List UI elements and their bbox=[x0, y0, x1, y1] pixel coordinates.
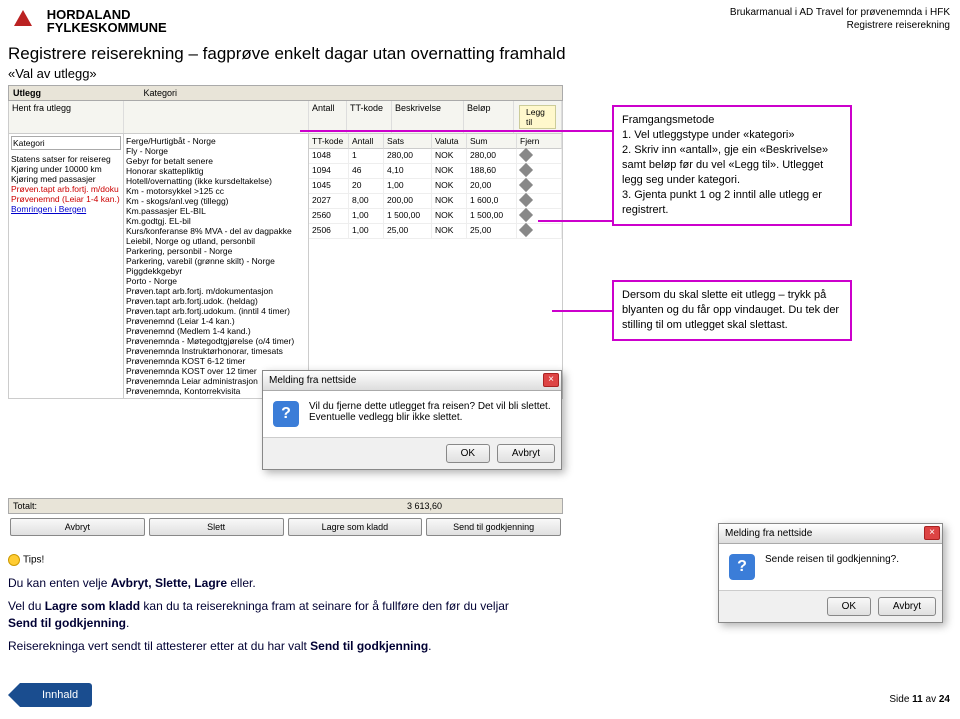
ok-button[interactable]: OK bbox=[827, 597, 871, 616]
edit-icon[interactable] bbox=[519, 193, 533, 207]
list-item[interactable]: Kjøring under 10000 km bbox=[11, 164, 121, 174]
tips-text: Du kan enten velje Avbryt, Slette, Lagre… bbox=[8, 575, 688, 655]
legg-til-button[interactable]: Legg til bbox=[519, 105, 556, 129]
ok-button[interactable]: OK bbox=[446, 444, 490, 463]
edit-icon[interactable] bbox=[519, 223, 533, 237]
total-bar: Totalt: 3 613,60 bbox=[8, 498, 563, 514]
tips-heading: Tips! bbox=[8, 554, 44, 566]
list-item[interactable]: Statens satser for reisereg bbox=[11, 154, 121, 164]
table-row: 25061,0025,00NOK25,00 bbox=[309, 224, 562, 239]
page-subtitle: «Val av utlegg» bbox=[8, 66, 97, 81]
avbryt-button[interactable]: Avbryt bbox=[878, 597, 936, 616]
dropdown-option[interactable]: Ferge/Hurtigbåt - Norge bbox=[126, 136, 306, 146]
logo-text: HORDALANDFYLKESKOMMUNE bbox=[47, 8, 167, 34]
action-buttons: AvbrytSlettLagre som kladdSend til godkj… bbox=[8, 518, 563, 536]
utlegg-header: Utlegg Kategori bbox=[8, 85, 563, 101]
dropdown-option[interactable]: Prøvenemnda Instruktørhonorar, timesats bbox=[126, 346, 306, 356]
dropdown-option[interactable]: Prøven.tapt arb.fortj.udok. (heldag) bbox=[126, 296, 306, 306]
utlegg-table: TT-kode Antall Sats Valuta Sum Fjern 104… bbox=[309, 134, 562, 398]
kategori-dropdown[interactable]: Ferge/Hurtigbåt - NorgeFly - NorgeGebyr … bbox=[124, 134, 309, 398]
question-icon: ? bbox=[729, 554, 755, 580]
page-title: Registrere reiserekning – fagprøve enkel… bbox=[8, 44, 566, 64]
dropdown-option[interactable]: Prøvenemnda - Møtegodtgjørelse (o/4 time… bbox=[126, 336, 306, 346]
table-row: 1045201,00NOK20,00 bbox=[309, 179, 562, 194]
kategori-input[interactable]: Kategori bbox=[11, 136, 121, 150]
logo-mark-icon bbox=[8, 6, 38, 39]
edit-icon[interactable] bbox=[519, 163, 533, 177]
dropdown-option[interactable]: Gebyr for betalt senere bbox=[126, 156, 306, 166]
table-row: 10481280,00NOK280,00 bbox=[309, 149, 562, 164]
dropdown-option[interactable]: Km.godtgj. EL-bil bbox=[126, 216, 306, 226]
list-item[interactable]: Prøvenemnd (Leiar 1-4 kan.) bbox=[11, 194, 121, 204]
table-row: 25601,001 500,00NOK1 500,00 bbox=[309, 209, 562, 224]
dropdown-option[interactable]: Fly - Norge bbox=[126, 146, 306, 156]
dropdown-option[interactable]: Parkering, varebil (grønne skilt) - Norg… bbox=[126, 256, 306, 266]
dropdown-option[interactable]: Piggdekkgebyr bbox=[126, 266, 306, 276]
arrow-icon bbox=[552, 310, 612, 312]
dropdown-option[interactable]: Km - skogs/anl.veg (tillegg) bbox=[126, 196, 306, 206]
lagre-som-kladd-button[interactable]: Lagre som kladd bbox=[288, 518, 423, 536]
list-item[interactable]: Bomringen i Bergen bbox=[11, 204, 121, 214]
dropdown-option[interactable]: Parkering, personbil - Norge bbox=[126, 246, 306, 256]
dialog-title: Melding fra nettside × bbox=[719, 524, 942, 544]
list-item[interactable]: Prøven.tapt arb.fortj. m/doku bbox=[11, 184, 121, 194]
dropdown-option[interactable]: Porto - Norge bbox=[126, 276, 306, 286]
dropdown-option[interactable]: Prøvenemnd (Medlem 1-4 kand.) bbox=[126, 326, 306, 336]
list-item[interactable]: Kjøring med passasjer bbox=[11, 174, 121, 184]
send-til-godkjenning-button[interactable]: Send til godkjenning bbox=[426, 518, 561, 536]
avbryt-button[interactable]: Avbryt bbox=[497, 444, 555, 463]
dropdown-option[interactable]: Honorar skattepliktig bbox=[126, 166, 306, 176]
question-icon: ? bbox=[273, 401, 299, 427]
dialog-title: Melding fra nettside × bbox=[263, 371, 561, 391]
smiley-icon bbox=[8, 554, 20, 566]
dropdown-option[interactable]: Hotell/overnatting (ikke kursdeltakelse) bbox=[126, 176, 306, 186]
dropdown-option[interactable]: Prøven.tapt arb.fortj.udokum. (inntil 4 … bbox=[126, 306, 306, 316]
edit-icon[interactable] bbox=[519, 208, 533, 222]
dropdown-option[interactable]: Prøvenemnd (Leiar 1-4 kan.) bbox=[126, 316, 306, 326]
avbryt-button[interactable]: Avbryt bbox=[10, 518, 145, 536]
app-screenshot: Utlegg Kategori Hent fra utlegg Antall T… bbox=[8, 85, 563, 399]
innhald-button[interactable]: Innhald bbox=[20, 683, 92, 707]
edit-icon[interactable] bbox=[519, 178, 533, 192]
table-row: 20278,00200,00NOK1 600,0 bbox=[309, 194, 562, 209]
left-category-list: Kategori Statens satser for reiseregKjør… bbox=[9, 134, 124, 398]
arrow-icon bbox=[300, 130, 612, 132]
close-icon[interactable]: × bbox=[924, 526, 940, 540]
edit-icon[interactable] bbox=[519, 148, 533, 162]
instruction-box-2: Dersom du skal slette eit utlegg – trykk… bbox=[612, 280, 852, 341]
dropdown-option[interactable]: Kurs/konferanse 8% MVA - del av dagpakke bbox=[126, 226, 306, 236]
slett-button[interactable]: Slett bbox=[149, 518, 284, 536]
confirm-dialog-delete: Melding fra nettside × ? Vil du fjerne d… bbox=[262, 370, 562, 470]
arrow-icon bbox=[538, 220, 612, 222]
header-right: Brukarmanual i AD Travel for prøvenemnda… bbox=[730, 6, 950, 32]
dropdown-option[interactable]: Km - motorsykkel >125 cc bbox=[126, 186, 306, 196]
hent-fra-utlegg-button[interactable]: Hent fra utlegg bbox=[9, 101, 124, 133]
dropdown-option[interactable]: Prøven.tapt arb.fortj. m/dokumentasjon bbox=[126, 286, 306, 296]
instruction-box-1: Framgangsmetode 1. Vel utleggstype under… bbox=[612, 105, 852, 226]
page-number: Side 11 av 24 bbox=[889, 694, 950, 705]
dropdown-option[interactable]: Prøvenemnda KOST 6-12 timer bbox=[126, 356, 306, 366]
dropdown-option[interactable]: Leiebil, Norge og utland, personbil bbox=[126, 236, 306, 246]
close-icon[interactable]: × bbox=[543, 373, 559, 387]
table-row: 1094464,10NOK188,60 bbox=[309, 164, 562, 179]
dropdown-option[interactable]: Km.passasjer EL-BIL bbox=[126, 206, 306, 216]
logo: HORDALANDFYLKESKOMMUNE bbox=[8, 6, 167, 39]
confirm-dialog-send: Melding fra nettside × ? Sende reisen ti… bbox=[718, 523, 943, 623]
